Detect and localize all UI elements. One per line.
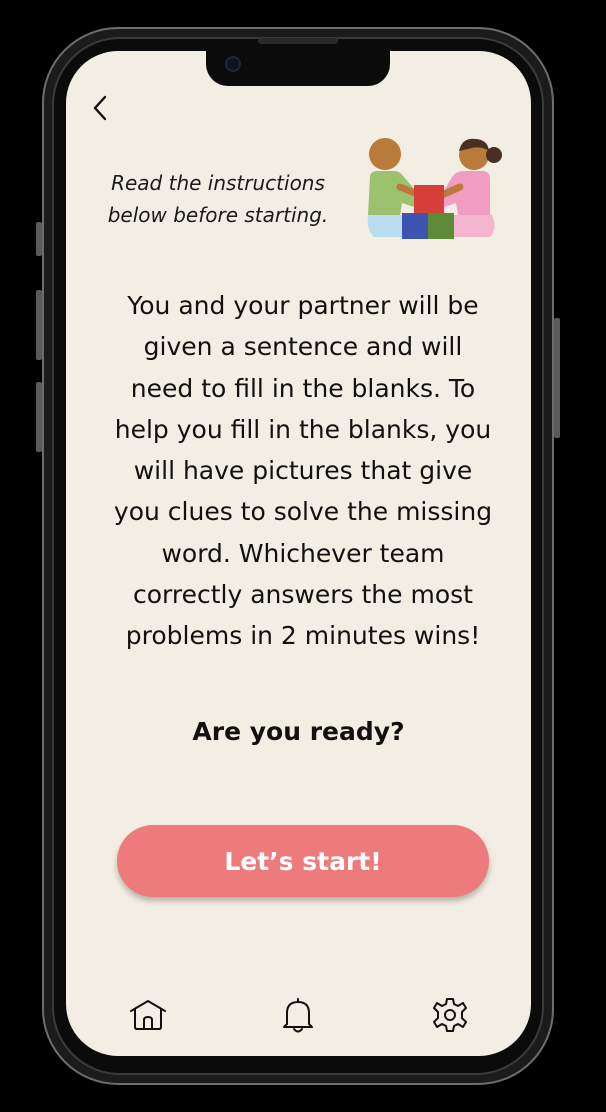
kids-playing-illustration	[364, 133, 504, 251]
instructions-line: will have pictures that give	[133, 456, 473, 486]
ready-prompt: Are you ready?	[192, 717, 405, 746]
instructions-line: given a sentence and will	[143, 332, 463, 362]
gear-icon	[433, 998, 467, 1032]
instructions-line: problems in 2 minutes wins!	[125, 621, 481, 651]
volume-up-button	[36, 290, 42, 360]
front-camera	[225, 56, 241, 72]
volume-down-button	[36, 382, 42, 452]
mute-switch	[36, 222, 42, 256]
nav-notifications-button[interactable]	[278, 995, 318, 1035]
bell-icon	[283, 998, 313, 1033]
app-screen: Read the instructions below before start…	[66, 51, 531, 1056]
instructions-line: help you fill in the blanks, you	[114, 414, 492, 444]
intro-line-2: below before starting.	[107, 203, 329, 227]
home-icon	[130, 1000, 166, 1030]
back-button[interactable]	[88, 93, 114, 123]
nav-home-button[interactable]	[128, 995, 168, 1035]
instructions-text: You and your partner will be given a sen…	[90, 285, 516, 657]
nav-settings-button[interactable]	[430, 995, 470, 1035]
instructions-line: word. Whichever team	[161, 538, 445, 568]
instructions-line: need to fill in the blanks. To	[130, 373, 476, 403]
instructions-line: correctly answers the most	[133, 580, 473, 610]
earpiece-speaker	[258, 38, 338, 44]
start-button[interactable]: Let’s start!	[117, 825, 489, 897]
instructions-line: you clues to solve the missing	[113, 497, 493, 527]
instructions-line: You and your partner will be	[127, 291, 479, 320]
intro-line-1: Read the instructions	[111, 171, 325, 195]
power-button	[554, 318, 560, 438]
chevron-left-icon	[93, 95, 107, 121]
intro-text: Read the instructions below before start…	[92, 167, 344, 231]
